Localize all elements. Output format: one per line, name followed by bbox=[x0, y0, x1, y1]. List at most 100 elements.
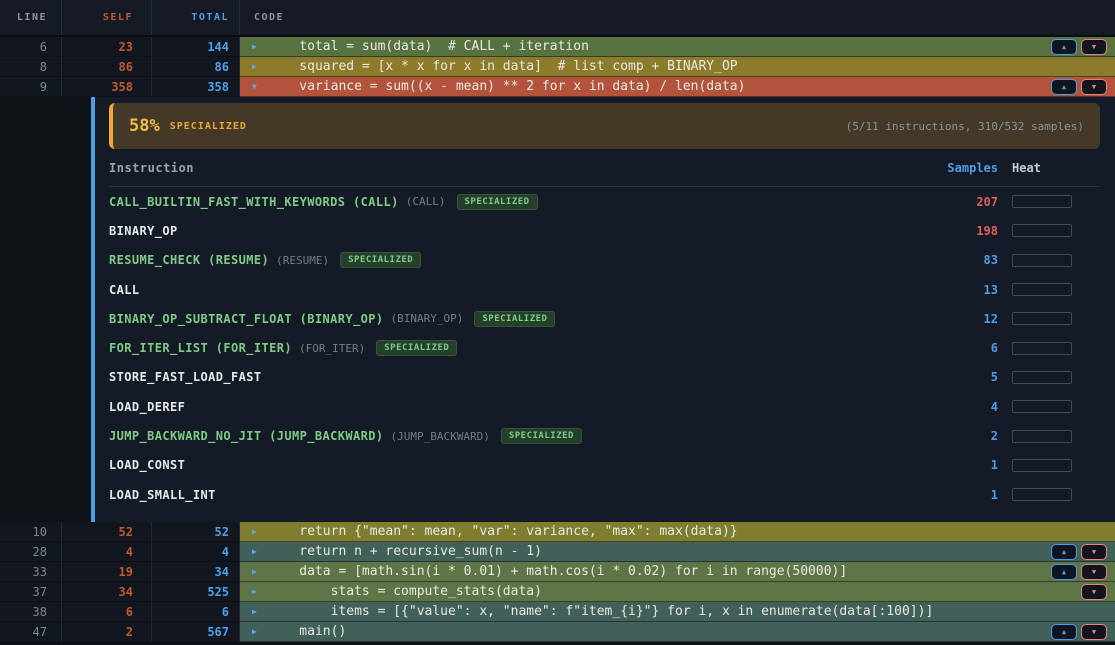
instruction-name: RESUME_CHECK (RESUME) bbox=[109, 253, 269, 267]
jump-prev-button[interactable] bbox=[1051, 624, 1077, 640]
jump-next-button[interactable] bbox=[1081, 79, 1107, 95]
code-cell[interactable]: return {"mean": mean, "var": variance, "… bbox=[240, 522, 1115, 542]
code-cell[interactable]: main() bbox=[240, 622, 1115, 642]
expand-icon[interactable] bbox=[252, 527, 268, 536]
self-samples: 23 bbox=[62, 37, 152, 57]
source-code: return {"mean": mean, "var": variance, "… bbox=[268, 524, 738, 539]
instruction-name: BINARY_OP_SUBTRACT_FLOAT (BINARY_OP) bbox=[109, 312, 384, 326]
jump-next-button[interactable] bbox=[1081, 584, 1107, 600]
code-row-9: 9 358 358 variance = sum((x - mean) ** 2… bbox=[0, 77, 1115, 97]
expand-icon[interactable] bbox=[252, 587, 268, 596]
instruction-name: BINARY_OP bbox=[109, 224, 178, 238]
jump-next-button[interactable] bbox=[1081, 544, 1107, 560]
expand-icon[interactable] bbox=[252, 62, 268, 71]
jump-prev-button[interactable] bbox=[1051, 564, 1077, 580]
expand-icon[interactable] bbox=[252, 627, 268, 636]
specialization-percent: 58% bbox=[129, 116, 160, 136]
base-opcode: (BINARY_OP) bbox=[391, 312, 464, 325]
code-row-6: 6 23 144 total = sum(data) # CALL + iter… bbox=[0, 37, 1115, 57]
instruction-row: RESUME_CHECK (RESUME) (RESUME) SPECIALIZ… bbox=[109, 246, 1100, 275]
collapse-icon[interactable] bbox=[252, 82, 268, 91]
code-row-33: 33 19 34 data = [math.sin(i * 0.01) + ma… bbox=[0, 562, 1115, 582]
total-samples: 567 bbox=[152, 622, 240, 642]
heat-bar bbox=[1012, 312, 1072, 325]
instruction-name: LOAD_CONST bbox=[109, 458, 185, 472]
instruction-name: CALL_BUILTIN_FAST_WITH_KEYWORDS (CALL) bbox=[109, 195, 399, 209]
code-cell[interactable]: return n + recursive_sum(n - 1) bbox=[240, 542, 1115, 562]
specialization-banner: 58% SPECIALIZED (5/11 instructions, 310/… bbox=[109, 103, 1100, 149]
code-cell[interactable]: squared = [x * x for x in data] # list c… bbox=[240, 57, 1115, 77]
line-number: 33 bbox=[0, 562, 62, 582]
specialized-badge: SPECIALIZED bbox=[340, 252, 421, 268]
column-header-total[interactable]: TOTAL bbox=[152, 0, 240, 35]
samples-value: 198 bbox=[928, 224, 998, 238]
total-samples: 52 bbox=[152, 522, 240, 542]
expand-icon[interactable] bbox=[252, 607, 268, 616]
base-opcode: (JUMP_BACKWARD) bbox=[391, 430, 490, 443]
instruction-name: STORE_FAST_LOAD_FAST bbox=[109, 370, 262, 384]
jump-prev-button[interactable] bbox=[1051, 39, 1077, 55]
instruction-row: FOR_ITER_LIST (FOR_ITER) (FOR_ITER) SPEC… bbox=[109, 333, 1100, 362]
specialized-badge: SPECIALIZED bbox=[457, 194, 538, 210]
self-samples: 6 bbox=[62, 602, 152, 622]
heat-bar bbox=[1012, 224, 1072, 237]
specialization-stats: (5/11 instructions, 310/532 samples) bbox=[846, 120, 1084, 133]
line-number: 47 bbox=[0, 622, 62, 642]
source-code: return n + recursive_sum(n - 1) bbox=[268, 544, 542, 559]
base-opcode: (CALL) bbox=[406, 195, 446, 208]
heat-bar bbox=[1012, 400, 1072, 413]
source-code: squared = [x * x for x in data] # list c… bbox=[268, 59, 738, 74]
instruction-row: LOAD_SMALL_INT 1 bbox=[109, 480, 1100, 509]
specialized-badge: SPECIALIZED bbox=[501, 428, 582, 444]
total-samples: 86 bbox=[152, 57, 240, 77]
instruction-name: LOAD_DEREF bbox=[109, 400, 185, 414]
instruction-row: STORE_FAST_LOAD_FAST 5 bbox=[109, 363, 1100, 392]
column-header-line: LINE bbox=[0, 0, 62, 35]
instruction-row: CALL_BUILTIN_FAST_WITH_KEYWORDS (CALL) (… bbox=[109, 187, 1100, 216]
code-cell[interactable]: stats = compute_stats(data) bbox=[240, 582, 1115, 602]
code-row-28: 28 4 4 return n + recursive_sum(n - 1) bbox=[0, 542, 1115, 562]
samples-value: 207 bbox=[928, 195, 998, 209]
column-header-self[interactable]: SELF bbox=[62, 0, 152, 35]
samples-value: 83 bbox=[928, 253, 998, 267]
heat-column-header: Heat bbox=[1012, 161, 1072, 175]
instruction-name: LOAD_SMALL_INT bbox=[109, 488, 216, 502]
jump-next-button[interactable] bbox=[1081, 39, 1107, 55]
expand-icon[interactable] bbox=[252, 567, 268, 576]
code-cell[interactable]: data = [math.sin(i * 0.01) + math.cos(i … bbox=[240, 562, 1115, 582]
line-number: 8 bbox=[0, 57, 62, 77]
specialization-panel: 58% SPECIALIZED (5/11 instructions, 310/… bbox=[0, 97, 1115, 522]
specialization-label: SPECIALIZED bbox=[170, 121, 247, 132]
code-cell[interactable]: items = [{"value": x, "name": f"item_{i}… bbox=[240, 602, 1115, 622]
expand-icon[interactable] bbox=[252, 547, 268, 556]
samples-value: 13 bbox=[928, 283, 998, 297]
samples-column-header: Samples bbox=[928, 161, 998, 175]
heat-bar bbox=[1012, 459, 1072, 472]
total-samples: 144 bbox=[152, 37, 240, 57]
heat-bar bbox=[1012, 371, 1072, 384]
heat-bar bbox=[1012, 283, 1072, 296]
jump-next-button[interactable] bbox=[1081, 624, 1107, 640]
total-samples: 6 bbox=[152, 602, 240, 622]
code-cell[interactable]: variance = sum((x - mean) ** 2 for x in … bbox=[240, 77, 1115, 97]
instruction-name: JUMP_BACKWARD_NO_JIT (JUMP_BACKWARD) bbox=[109, 429, 384, 443]
jump-prev-button[interactable] bbox=[1051, 79, 1077, 95]
source-code: total = sum(data) # CALL + iteration bbox=[268, 39, 589, 54]
code-row-8: 8 86 86 squared = [x * x for x in data] … bbox=[0, 57, 1115, 77]
panel-gutter bbox=[0, 97, 91, 522]
total-samples: 4 bbox=[152, 542, 240, 562]
code-cell[interactable]: total = sum(data) # CALL + iteration bbox=[240, 37, 1115, 57]
table-header: LINE SELF TOTAL CODE bbox=[0, 0, 1115, 37]
instruction-row: CALL 13 bbox=[109, 275, 1100, 304]
heat-bar bbox=[1012, 254, 1072, 267]
samples-value: 5 bbox=[928, 370, 998, 384]
jump-prev-button[interactable] bbox=[1051, 544, 1077, 560]
instruction-row: LOAD_DEREF 4 bbox=[109, 392, 1100, 421]
jump-next-button[interactable] bbox=[1081, 564, 1107, 580]
line-number: 28 bbox=[0, 542, 62, 562]
total-samples: 358 bbox=[152, 77, 240, 97]
expand-icon[interactable] bbox=[252, 42, 268, 51]
heat-bar bbox=[1012, 488, 1072, 501]
line-number: 9 bbox=[0, 77, 62, 97]
self-samples: 19 bbox=[62, 562, 152, 582]
